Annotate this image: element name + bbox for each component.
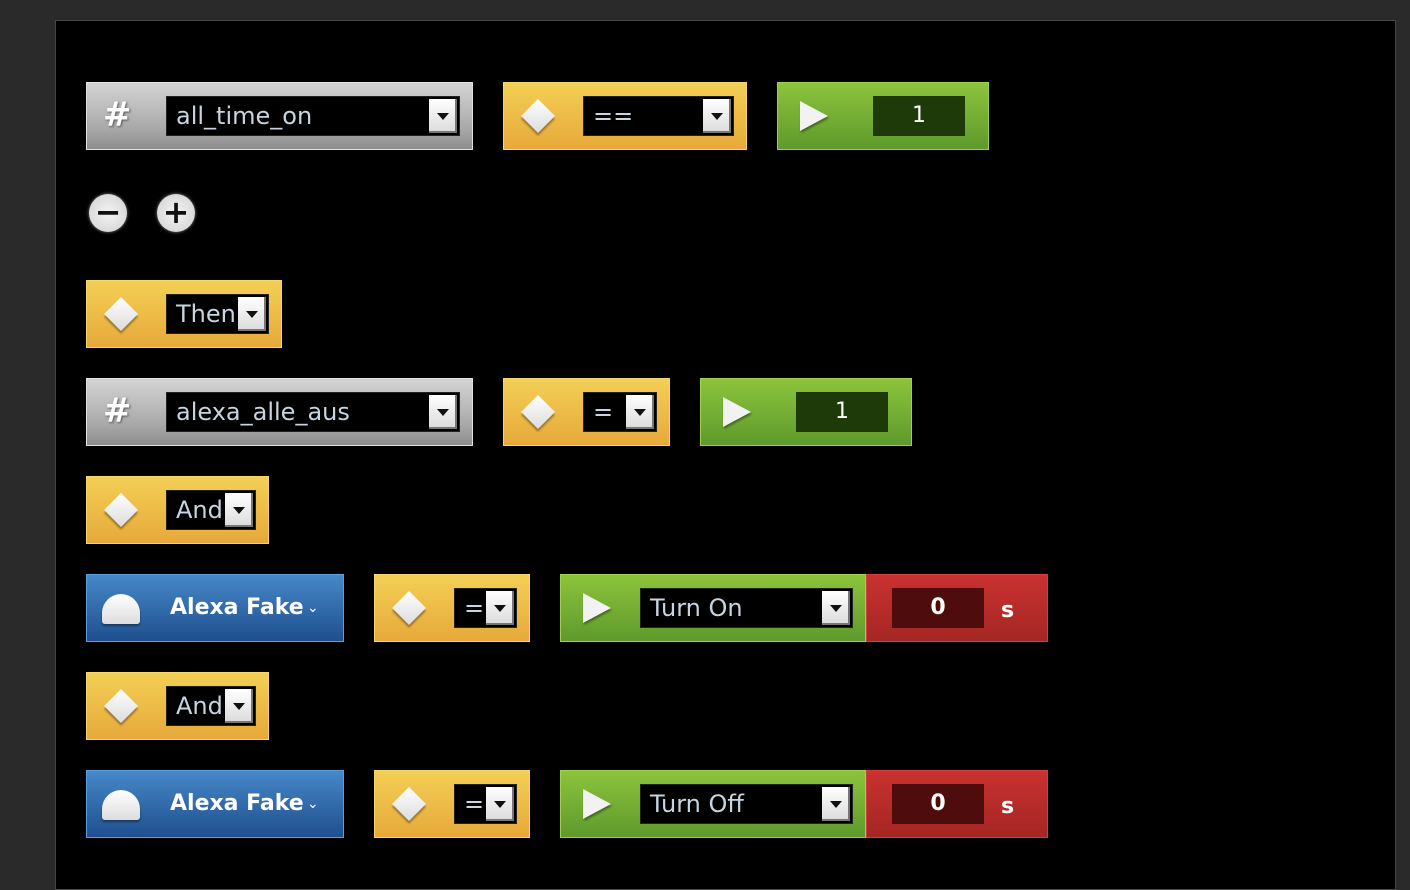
device-name: Alexa Fake [170, 791, 304, 816]
dropdown-arrow-icon[interactable] [703, 99, 731, 133]
operator-block: = [374, 770, 530, 838]
operator-block: = [503, 378, 670, 446]
value-input[interactable]: 1 [873, 96, 965, 136]
diamond-icon [104, 689, 138, 723]
dropdown-arrow-icon[interactable] [626, 395, 654, 429]
operator-block: == [503, 82, 747, 150]
logic-value: And [176, 692, 223, 720]
hash-icon: # [103, 391, 132, 431]
action-select[interactable]: Turn Off [640, 784, 853, 824]
delay-unit: s [1001, 794, 1015, 819]
dropdown-arrow-icon[interactable] [238, 297, 266, 331]
logic-select[interactable]: Then [166, 294, 269, 334]
operator-value: = [464, 790, 485, 818]
dropdown-arrow-icon[interactable] [822, 591, 850, 625]
rule-editor-panel [55, 20, 1396, 890]
delay-input[interactable]: 0 [892, 588, 984, 628]
action-value: Turn On [650, 594, 743, 622]
operator-value: == [593, 102, 634, 130]
add-condition-button[interactable]: + [157, 194, 195, 232]
operator-select[interactable]: == [583, 96, 734, 136]
logic-block: And [86, 672, 269, 740]
delay-input[interactable]: 0 [892, 784, 984, 824]
dropdown-arrow-icon[interactable] [225, 493, 253, 527]
diamond-icon [392, 787, 426, 821]
operator-select[interactable]: = [583, 392, 657, 432]
logic-block: Then [86, 280, 282, 348]
logic-block: And [86, 476, 269, 544]
device-block[interactable]: Alexa Fake ⌄ [86, 770, 344, 838]
device-name: Alexa Fake [170, 595, 304, 620]
operator-value: = [593, 398, 614, 426]
action-block: Turn Off [560, 770, 866, 838]
diamond-icon [104, 493, 138, 527]
remove-condition-button[interactable]: − [89, 194, 127, 232]
logic-select[interactable]: And [166, 490, 256, 530]
operator-block: = [374, 574, 530, 642]
delay-unit: s [1001, 598, 1015, 623]
play-icon [723, 397, 751, 427]
diamond-icon [521, 99, 555, 133]
chevron-down-icon[interactable]: ⌄ [307, 575, 319, 641]
operator-select[interactable]: = [454, 588, 517, 628]
operator-select[interactable]: = [454, 784, 517, 824]
action-value: Turn Off [650, 790, 744, 818]
value-block: 1 [777, 82, 989, 150]
delay-block: 0 s [866, 770, 1048, 838]
chevron-down-icon[interactable]: ⌄ [307, 771, 319, 837]
variable-value: all_time_on [176, 102, 313, 130]
dropdown-arrow-icon[interactable] [429, 395, 457, 429]
device-block[interactable]: Alexa Fake ⌄ [86, 574, 344, 642]
diamond-icon [104, 297, 138, 331]
variable-block: # alexa_alle_aus [86, 378, 473, 446]
dropdown-arrow-icon[interactable] [486, 787, 514, 821]
logic-select[interactable]: And [166, 686, 256, 726]
value-block: 1 [700, 378, 912, 446]
diamond-icon [521, 395, 555, 429]
hash-icon: # [103, 95, 132, 135]
value-input[interactable]: 1 [796, 392, 888, 432]
variable-block: # all_time_on [86, 82, 473, 150]
action-select[interactable]: Turn On [640, 588, 853, 628]
operator-value: = [464, 594, 485, 622]
play-icon [583, 789, 611, 819]
dropdown-arrow-icon[interactable] [429, 99, 457, 133]
diamond-icon [392, 591, 426, 625]
dropdown-arrow-icon[interactable] [486, 591, 514, 625]
dome-light-icon [102, 594, 140, 624]
variable-select[interactable]: all_time_on [166, 96, 460, 136]
variable-value: alexa_alle_aus [176, 398, 350, 426]
delay-block: 0 s [866, 574, 1048, 642]
logic-value: Then [176, 300, 236, 328]
dome-light-icon [102, 790, 140, 820]
dropdown-arrow-icon[interactable] [822, 787, 850, 821]
action-block: Turn On [560, 574, 866, 642]
play-icon [583, 593, 611, 623]
variable-select[interactable]: alexa_alle_aus [166, 392, 460, 432]
logic-value: And [176, 496, 223, 524]
dropdown-arrow-icon[interactable] [225, 689, 253, 723]
play-icon [800, 101, 828, 131]
